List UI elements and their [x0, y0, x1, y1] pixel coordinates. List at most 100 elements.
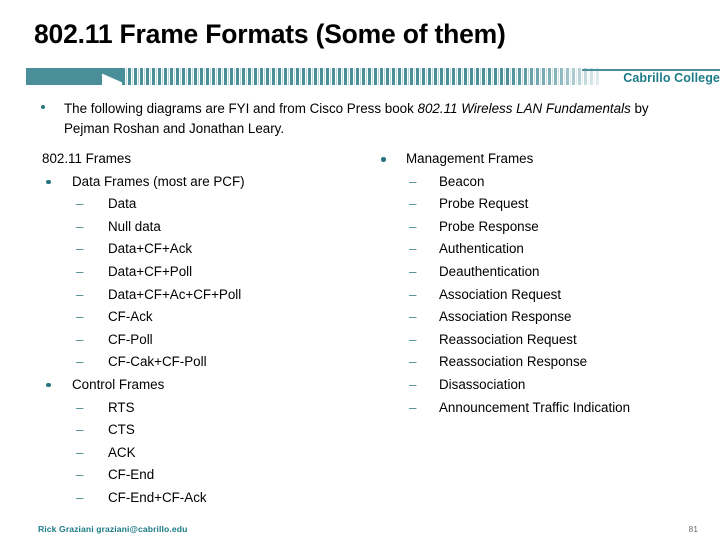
outline-item-level-2: – Reassociation Request	[373, 329, 718, 352]
outline-item-label: Reassociation Request	[439, 331, 577, 347]
outline-item-label: Data+CF+Ack	[108, 241, 193, 257]
outline-item-level-2: – Disassociation	[373, 374, 718, 397]
outline-item-level-2: – Data+CF+Poll	[36, 261, 376, 284]
outline-item-level-2: – Data	[36, 193, 376, 216]
outline-item-level-2: – CTS	[36, 419, 376, 442]
bullet-dash-icon: –	[409, 173, 417, 189]
outline-item-label: CTS	[108, 422, 135, 438]
outline-item-label: Announcement Traffic Indication	[439, 399, 631, 415]
outline-item-level-2: – Beacon	[373, 171, 718, 194]
outline-item-label: Deauthentication	[439, 263, 540, 279]
outline-item-label: Null data	[108, 218, 161, 234]
outline-item-label: Reassociation Response	[439, 354, 588, 370]
outline-item-label: Data Frames (most are PCF)	[72, 173, 245, 189]
intro-book-title: 802.11 Wireless LAN Fundamentals	[417, 101, 631, 116]
outline-item-label: ACK	[108, 444, 136, 460]
outline-item-level-2: – CF-Cak+CF-Poll	[36, 351, 376, 374]
outline-item-label: Data+CF+Ac+CF+Poll	[108, 286, 242, 302]
outline-item-label: Control Frames	[72, 376, 165, 392]
outline-item-label: Association Response	[439, 309, 572, 325]
intro-text: The following diagrams are FYI and from …	[64, 99, 696, 138]
bullet-dot-icon	[41, 105, 45, 109]
bullet-dot-icon	[46, 179, 51, 185]
outline-item-label: CF-End+CF-Ack	[108, 489, 207, 505]
outline-item-level-2: – RTS	[36, 397, 376, 420]
outline-item-label: Management Frames	[406, 151, 534, 166]
intro-block: The following diagrams are FYI and from …	[36, 99, 696, 138]
bullet-dash-icon: –	[409, 286, 417, 302]
bullet-dash-icon: –	[409, 218, 417, 234]
bullet-dash-icon: –	[76, 218, 84, 234]
bullet-dash-icon: –	[409, 376, 417, 392]
banner-solid-block	[26, 68, 102, 85]
bullet-dash-icon: –	[76, 196, 84, 212]
outline-item-level-2: – Data+CF+Ack	[36, 238, 376, 261]
outline-item-level-2: – Announcement Traffic Indication	[373, 397, 718, 420]
footer-page-number: 81	[688, 524, 698, 534]
right-column-list: Management Frames – Beacon – Probe Request – P…	[373, 148, 718, 419]
bullet-dash-icon: –	[76, 399, 84, 415]
outline-item-level-2: – Authentication	[373, 238, 718, 261]
bullet-dash-icon: –	[409, 263, 417, 279]
outline-item-label: CF-Ack	[108, 309, 153, 325]
outline-item-level-1: Control Frames	[36, 374, 376, 397]
outline-item-label: CF-End	[108, 467, 155, 483]
outline-item-label: Data+CF+Poll	[108, 263, 193, 279]
bullet-dash-icon: –	[76, 489, 84, 505]
bullet-dash-icon: –	[76, 309, 84, 325]
footer-credit: Rick Graziani graziani@cabrillo.edu	[38, 524, 188, 534]
bullet-dash-icon: –	[76, 263, 84, 279]
outline-item-level-2: – Association Request	[373, 284, 718, 307]
bullet-dash-icon: –	[409, 399, 417, 415]
bullet-dash-icon: –	[76, 467, 84, 483]
bullet-dash-icon: –	[409, 196, 417, 212]
bullet-dash-icon: –	[76, 286, 84, 302]
page-title: 802.11 Frame Formats (Some of them)	[34, 19, 506, 49]
outline-item-level-2: – CF-End+CF-Ack	[36, 487, 376, 510]
outline-item-level-2: – Probe Response	[373, 216, 718, 239]
left-column-list: 802.11 Frames Data Frames (most are PCF) –…	[36, 148, 376, 510]
outline-item-label: 802.11 Frames	[42, 151, 132, 166]
bullet-dash-icon: –	[76, 422, 84, 438]
outline-item-label: CF-Cak+CF-Poll	[108, 354, 207, 370]
outline-item-label: Association Request	[439, 286, 562, 302]
outline-item-level-1: Data Frames (most are PCF)	[36, 171, 376, 194]
brand-label: Cabrillo College	[623, 71, 720, 85]
outline-item-level-2: – ACK	[36, 442, 376, 465]
bullet-dash-icon: –	[76, 444, 84, 460]
outline-item-label: Disassociation	[439, 376, 526, 392]
bullet-dash-icon: –	[76, 354, 84, 370]
intro-text-part1: The following diagrams are FYI and from …	[64, 101, 418, 116]
outline-item-label: Data	[108, 196, 137, 212]
intro-bullet-row: The following diagrams are FYI and from …	[36, 99, 696, 138]
bullet-dash-icon: –	[409, 309, 417, 325]
outline-item-label: Beacon	[439, 173, 485, 189]
outline-item-level-2: – Probe Request	[373, 193, 718, 216]
outline-item-label: Probe Request	[439, 196, 529, 212]
outline-item-level-2: – Null data	[36, 216, 376, 239]
bullet-dash-icon: –	[409, 241, 417, 257]
outline-item-level-2: – Reassociation Response	[373, 351, 718, 374]
outline-item-level-2: – Association Response	[373, 306, 718, 329]
header-banner: Cabrillo College	[26, 68, 720, 88]
outline-item-level-2: – Deauthentication	[373, 261, 718, 284]
outline-item-label: RTS	[108, 399, 135, 415]
outline-item-level-0: 802.11 Frames	[36, 148, 376, 171]
bullet-dash-icon: –	[76, 331, 84, 347]
outline-item-label: CF-Poll	[108, 331, 153, 347]
outline-item-level-1: Management Frames	[373, 148, 718, 171]
bullet-dot-icon	[46, 382, 51, 388]
outline-item-level-2: – CF-Poll	[36, 329, 376, 352]
outline-item-label: Probe Response	[439, 218, 539, 234]
bullet-dash-icon: –	[409, 331, 417, 347]
bullet-dot-icon	[381, 157, 386, 162]
outline-item-level-2: – CF-Ack	[36, 306, 376, 329]
bullet-dash-icon: –	[76, 241, 84, 257]
outline-item-label: Authentication	[439, 241, 524, 257]
outline-item-level-2: – Data+CF+Ac+CF+Poll	[36, 284, 376, 307]
bullet-dash-icon: –	[409, 354, 417, 370]
right-column: Management Frames – Beacon – Probe Request – P…	[373, 148, 718, 419]
outline-item-level-2: – CF-End	[36, 464, 376, 487]
left-column: 802.11 Frames Data Frames (most are PCF) –…	[36, 148, 376, 510]
banner-stripe-pattern	[122, 68, 600, 85]
